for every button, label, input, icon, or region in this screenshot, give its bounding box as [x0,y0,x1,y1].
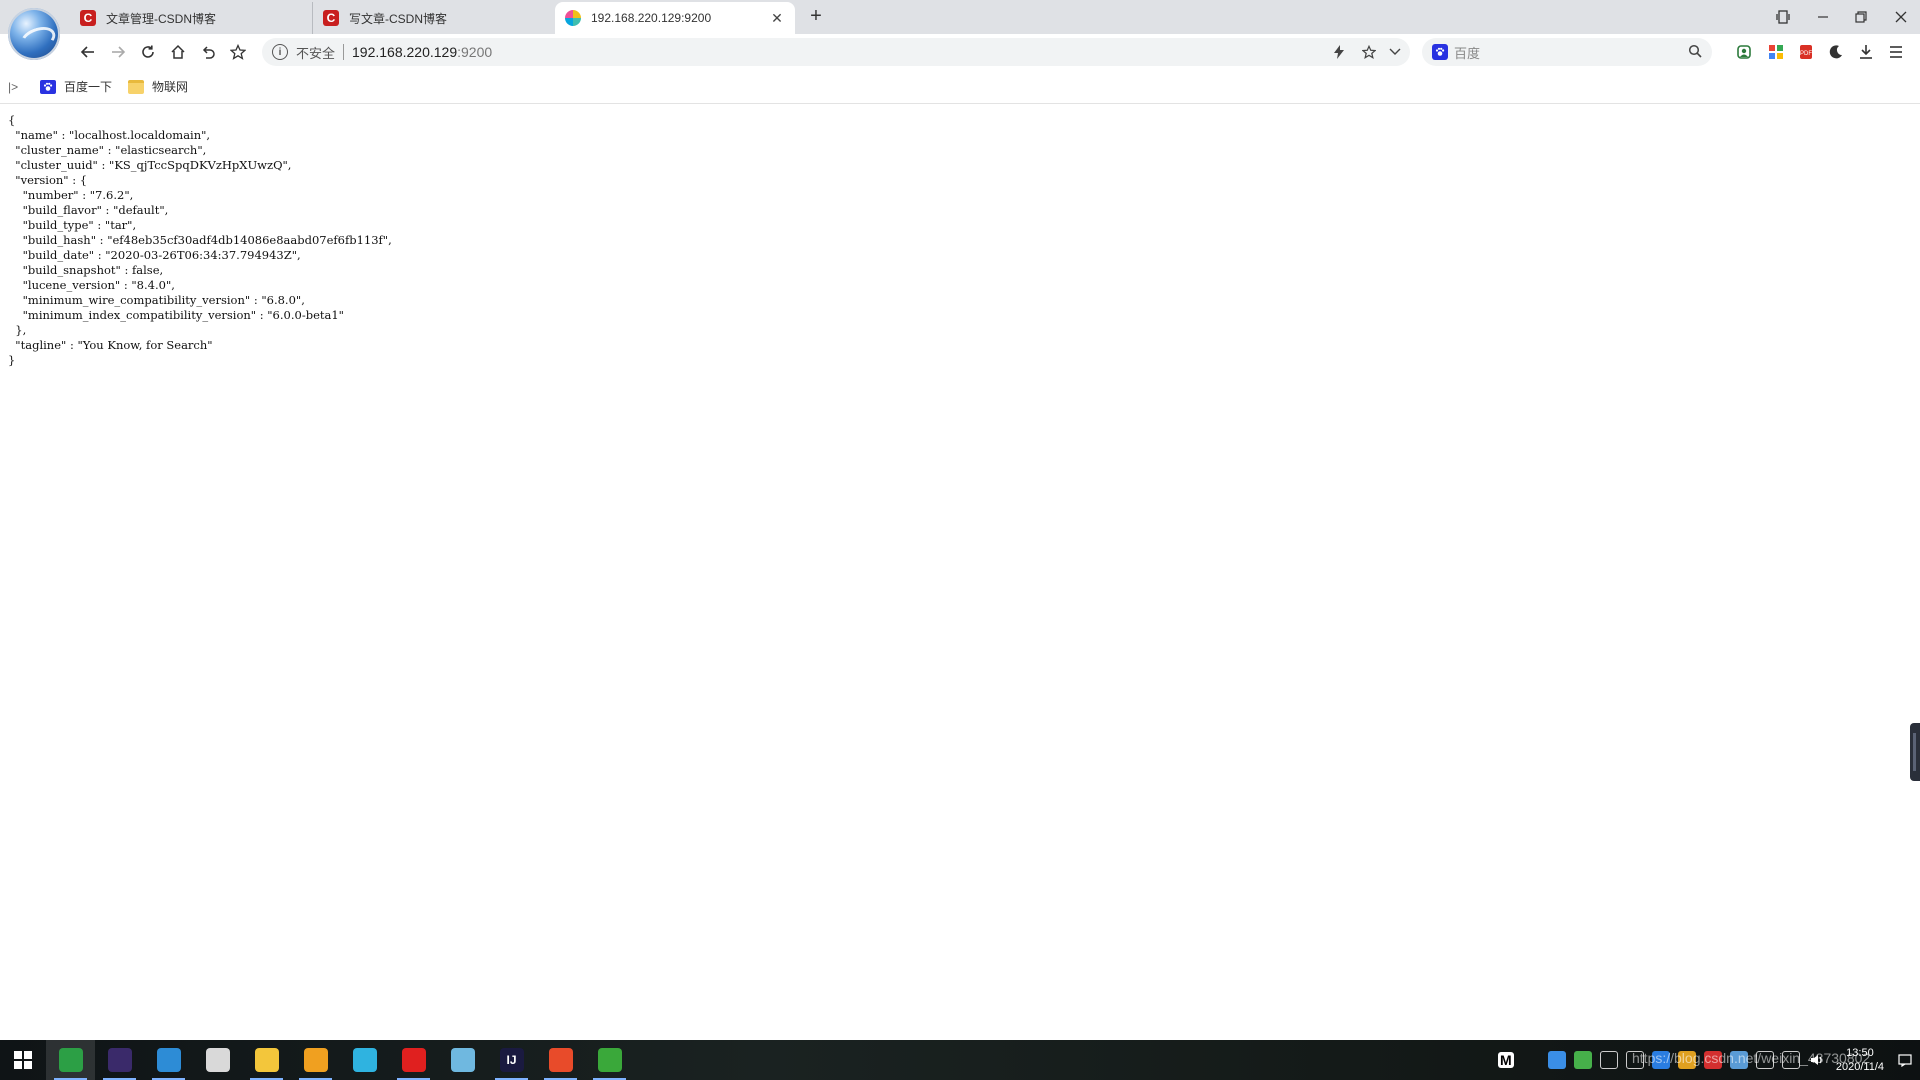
forward-icon[interactable] [107,41,129,63]
tab-title: 192.168.220.129:9200 [591,11,712,25]
restore-icon[interactable] [1846,6,1876,28]
eclipse-icon [107,1048,132,1072]
taskbar-apps: IJ [46,1040,634,1080]
url-port[interactable]: :9200 [457,44,492,60]
tray-player-icon[interactable] [1573,1051,1592,1069]
info-icon[interactable]: i [272,44,288,60]
pdf-extension-icon[interactable]: PDF [1795,41,1817,63]
new-tab-button[interactable]: + [805,6,827,28]
taskbar-app-10[interactable] [536,1040,585,1080]
taskbar-app-5[interactable] [291,1040,340,1080]
bookmark-label: 物联网 [152,80,189,94]
page-content: { "name" : "localhost.localdomain", "clu… [0,105,1920,1040]
snail-app-icon [548,1048,573,1072]
json-response-body: { "name" : "localhost.localdomain", "clu… [8,113,392,367]
tray-m-icon[interactable]: M [1497,1052,1514,1068]
csdn-icon: C [80,10,96,26]
taskbar-app-2[interactable] [144,1040,193,1080]
close-icon[interactable]: ✕ [769,10,785,27]
svg-text:PDF: PDF [1800,51,1812,57]
search-icon[interactable] [1688,44,1702,61]
favorite-star-icon[interactable] [227,41,249,63]
back-icon[interactable] [77,41,99,63]
taskbar-app-7[interactable] [389,1040,438,1080]
home-icon[interactable] [167,41,189,63]
bookmark-iot-folder[interactable]: 物联网 [128,78,188,95]
url-host[interactable]: 192.168.220.129 [352,44,457,60]
bookmarks-bar: |> 百度一下 物联网 [0,70,1920,104]
security-label[interactable]: 不安全 [296,43,335,62]
media-player-icon [352,1048,377,1072]
taskbar-app-6[interactable] [340,1040,389,1080]
address-bar[interactable]: i 不安全 192.168.220.129:9200 [262,38,1410,66]
file-explorer-icon [254,1048,279,1072]
lightning-icon[interactable] [1330,43,1348,61]
notification-icon[interactable] [1896,1051,1914,1069]
menu-icon[interactable] [1885,41,1907,63]
wechat-icon [597,1048,622,1072]
browser-icon [156,1048,181,1072]
taskbar-app-1[interactable] [95,1040,144,1080]
taskbar-app-9[interactable]: IJ [487,1040,536,1080]
avatar-app-icon [205,1048,230,1072]
tab-title: 文章管理-CSDN博客 [106,11,216,26]
taskbar-app-0[interactable] [46,1040,95,1080]
watermark: https://blog.csdn.net/weixin_43730802 [1632,1050,1871,1066]
tab-article-management[interactable]: C 文章管理-CSDN博客 [70,2,310,34]
folder-icon [128,79,145,94]
side-panel-handle[interactable] [1910,723,1920,781]
chrome-icon [58,1048,83,1072]
browser-logo[interactable] [8,8,60,60]
close-window-icon[interactable] [1886,6,1916,28]
bookmark-star-icon[interactable] [1360,43,1378,61]
baidu-icon [1432,44,1448,60]
tab-elasticsearch[interactable]: 192.168.220.129:9200 ✕ [555,2,795,34]
account-extension-icon[interactable] [1733,41,1755,63]
download-icon[interactable] [1855,41,1877,63]
netease-music-icon [401,1048,426,1072]
tab-overview-icon[interactable] [1768,6,1798,28]
baidu-icon [40,79,56,94]
apps-grid-icon[interactable] [1765,41,1787,63]
tab-title: 写文章-CSDN博客 [349,11,447,26]
night-mode-icon[interactable] [1825,41,1847,63]
taskbar-app-4[interactable] [242,1040,291,1080]
taskbar-app-8[interactable] [438,1040,487,1080]
taskbar-app-3[interactable] [193,1040,242,1080]
taskbar-app-11[interactable] [585,1040,634,1080]
reload-icon[interactable] [137,41,159,63]
tray-usb-icon[interactable] [1599,1051,1618,1069]
intellij-icon: IJ [499,1048,524,1072]
notepad-icon [450,1048,475,1072]
bookmark-label: 百度一下 [64,80,113,94]
tab-strip: C 文章管理-CSDN博客 C 写文章-CSDN博客 192.168.220.1… [0,0,1920,34]
csdn-icon: C [323,10,339,26]
elasticsearch-icon [565,10,581,26]
undo-close-icon[interactable] [197,41,219,63]
tab-write-article[interactable]: C 写文章-CSDN博客 [312,2,552,34]
sidebar-toggle-icon[interactable]: |> [8,80,28,94]
search-input[interactable]: 百度 [1422,38,1712,66]
bookmark-baidu[interactable]: 百度一下 [40,78,112,95]
vmware-icon [303,1048,328,1072]
search-placeholder: 百度 [1454,45,1481,61]
divider [343,44,345,60]
tray-network-app-icon[interactable] [1547,1051,1566,1069]
minimize-icon[interactable] [1808,6,1838,28]
windows-start-icon[interactable] [0,1040,46,1080]
chevron-down-icon[interactable] [1386,43,1404,61]
toolbar: i 不安全 192.168.220.129:9200 百度 PDF [0,34,1920,70]
